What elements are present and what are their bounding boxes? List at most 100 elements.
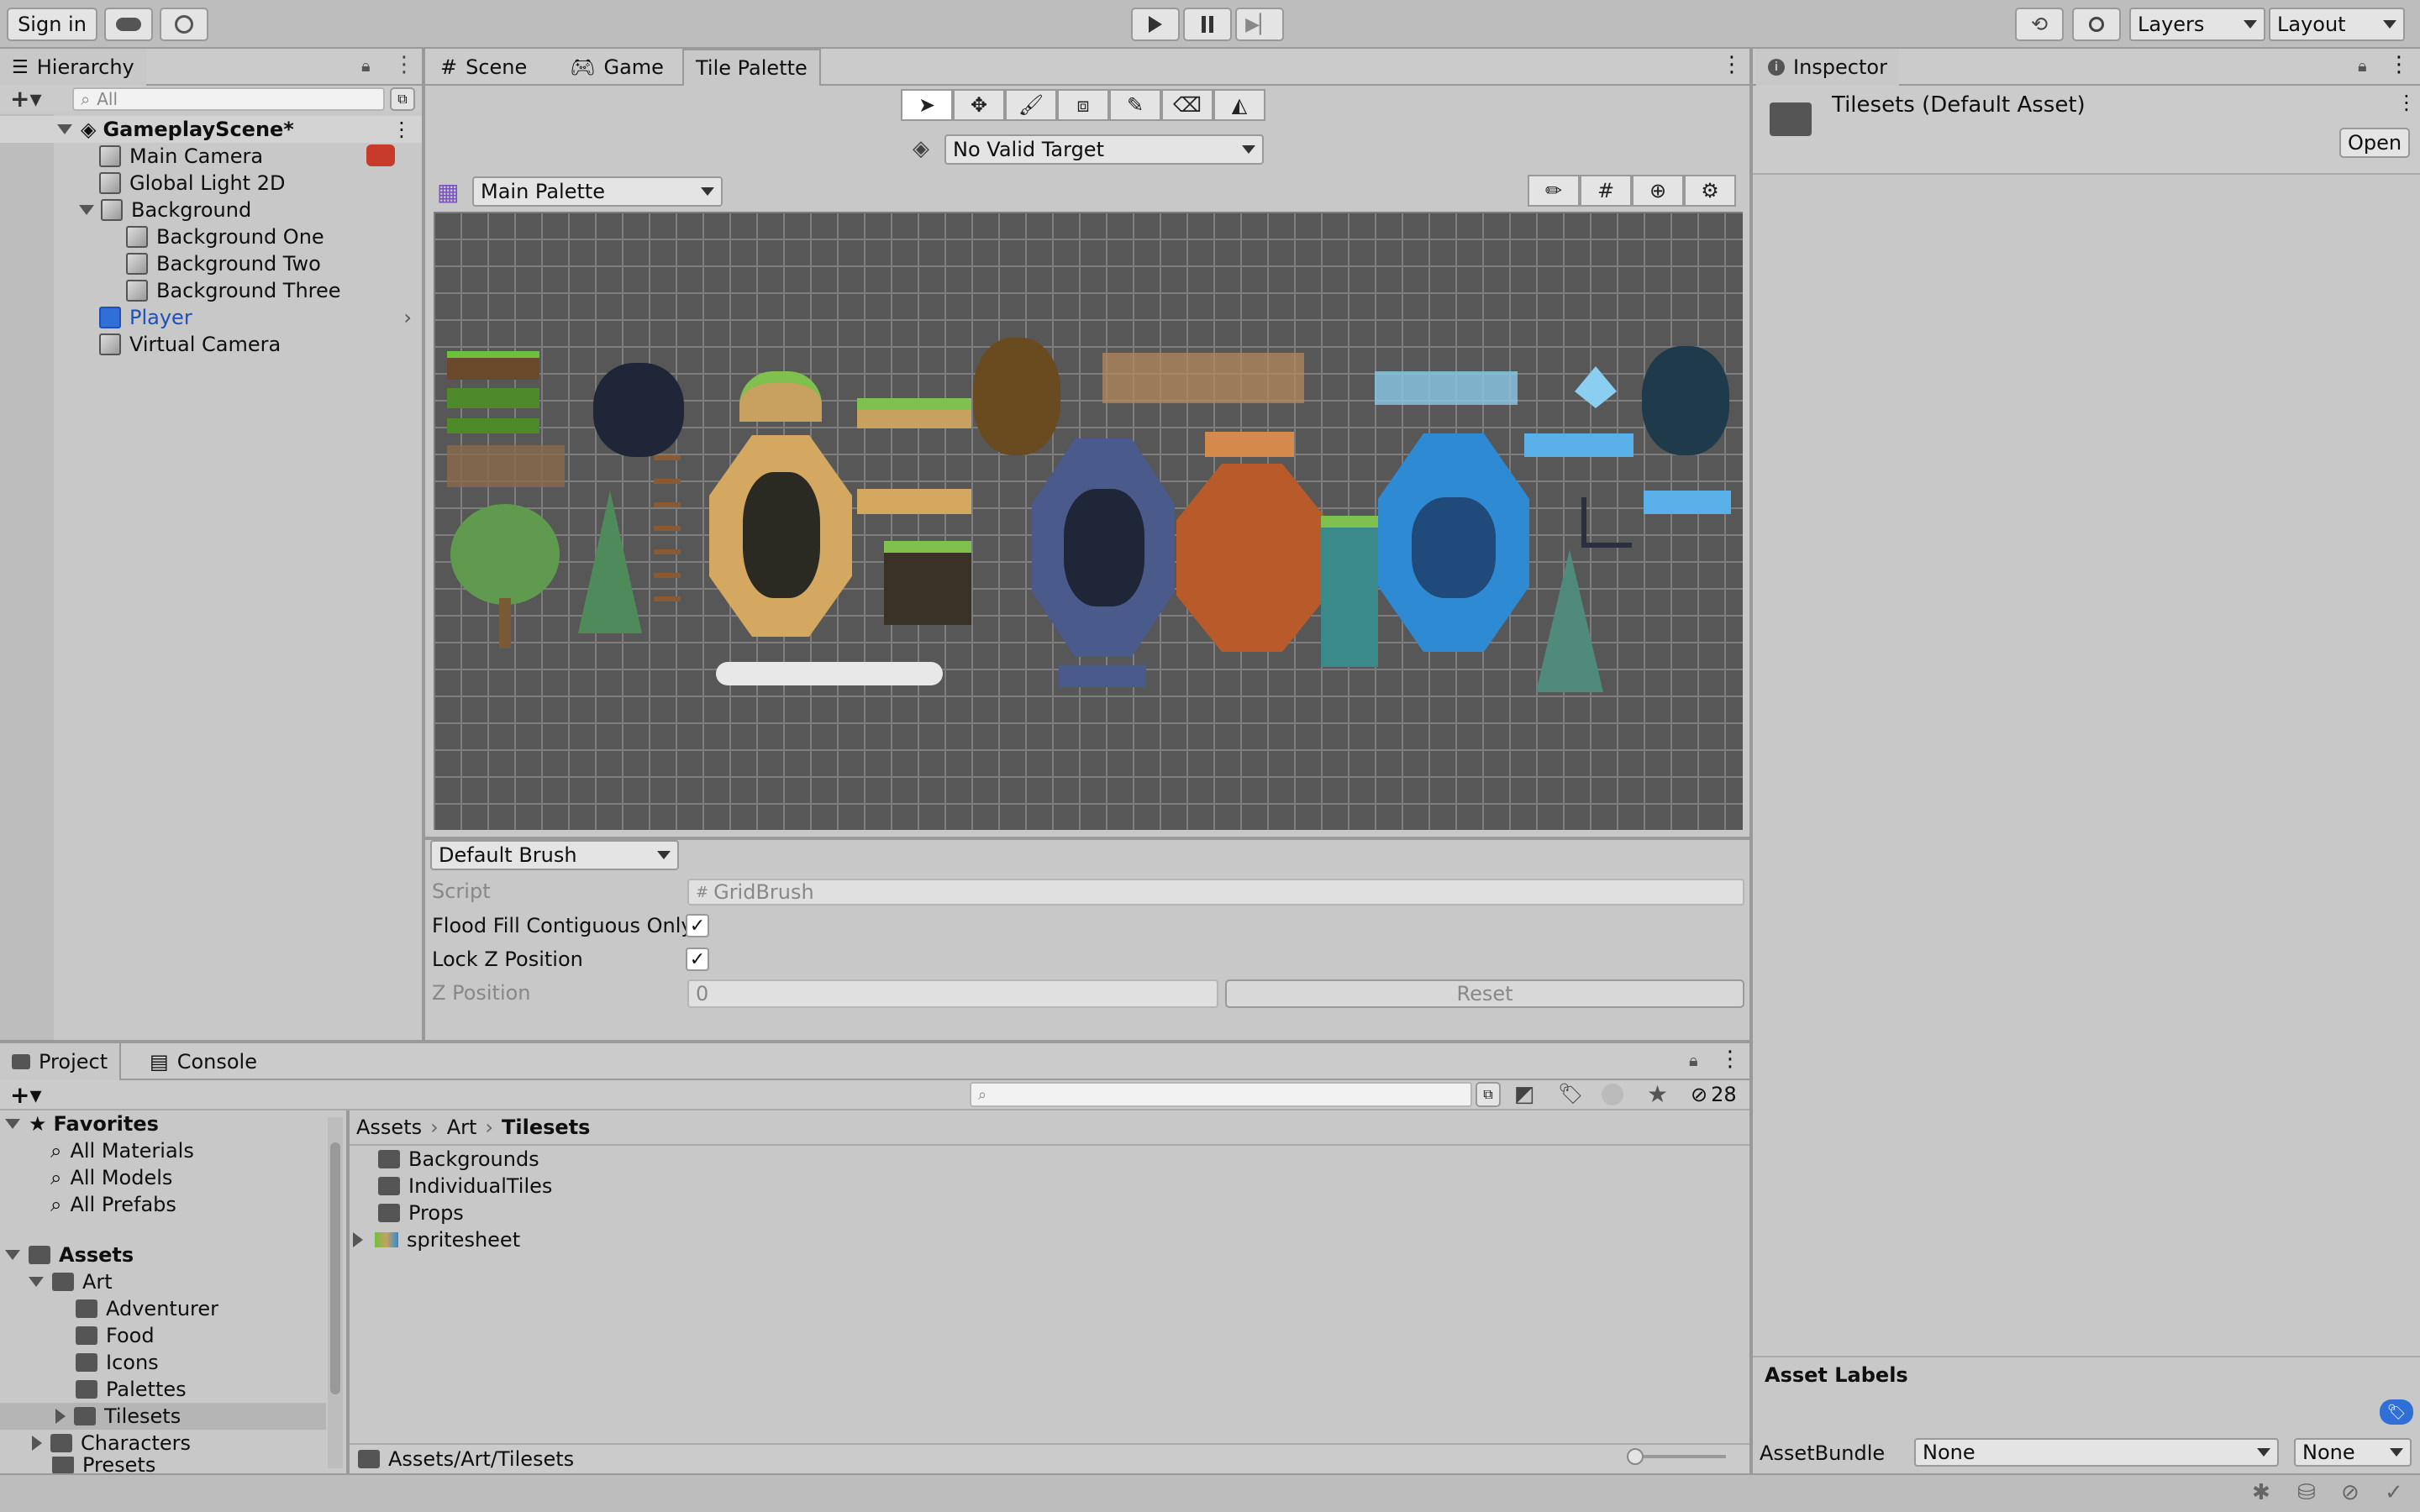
expand-arrow-icon[interactable] bbox=[5, 1250, 20, 1260]
hierarchy-item[interactable]: Background Three bbox=[126, 277, 341, 304]
move-tool-button[interactable]: ✥ bbox=[953, 89, 1005, 121]
history-button[interactable]: ⟲ bbox=[2015, 8, 2064, 41]
scrollbar-thumb[interactable] bbox=[330, 1142, 340, 1394]
collapse-arrow-icon[interactable] bbox=[55, 1409, 66, 1424]
hierarchy-item[interactable]: Background Two bbox=[126, 250, 321, 277]
filter-log-icon[interactable] bbox=[1602, 1084, 1623, 1105]
scene-row[interactable]: ◈ GameplayScene* ⋮ bbox=[0, 116, 422, 143]
folder-item-selected[interactable]: Tilesets bbox=[0, 1403, 326, 1430]
bug-icon[interactable]: ✱ bbox=[2252, 1480, 2270, 1505]
icon-size-slider[interactable] bbox=[1627, 1448, 1726, 1465]
gizmos-toggle-button[interactable]: ⊕ bbox=[1632, 175, 1684, 207]
collapse-arrow-icon[interactable] bbox=[353, 1232, 363, 1247]
tile-palette-canvas[interactable] bbox=[434, 212, 1743, 830]
slider-handle[interactable] bbox=[1627, 1448, 1644, 1465]
label-tag-icon[interactable]: 🏷︎ bbox=[2380, 1399, 2413, 1425]
open-button[interactable]: Open bbox=[2339, 128, 2410, 158]
art-folder-row[interactable]: Art bbox=[29, 1268, 113, 1295]
filter-label-icon[interactable]: 🏷︎ bbox=[1558, 1082, 1583, 1105]
pause-button[interactable] bbox=[1183, 8, 1232, 41]
cloud-button[interactable] bbox=[104, 8, 153, 41]
more-menu-icon[interactable]: ⋮ bbox=[392, 118, 412, 141]
project-search-input[interactable]: ⌕ bbox=[970, 1082, 1472, 1107]
layers-dropdown[interactable]: Layers bbox=[2129, 8, 2265, 41]
palette-settings-button[interactable]: ⚙︎ bbox=[1684, 175, 1736, 207]
breadcrumb-item[interactable]: Assets bbox=[356, 1116, 422, 1139]
hidden-packages-toggle[interactable]: ⊘ 28 bbox=[1691, 1082, 1737, 1107]
asset-bundle-dropdown[interactable]: None bbox=[1914, 1438, 2279, 1467]
play-button[interactable] bbox=[1131, 8, 1180, 41]
filter-type-icon[interactable]: ◩ bbox=[1514, 1082, 1535, 1107]
step-button[interactable]: ▶▏ bbox=[1235, 8, 1284, 41]
eraser-tool-button[interactable]: ⌫ bbox=[1161, 89, 1213, 121]
fill-tool-button[interactable]: ◭ bbox=[1213, 89, 1265, 121]
more-menu-icon[interactable]: ⋮ bbox=[2388, 52, 2410, 77]
tab-game[interactable]: 🎮︎ Game bbox=[558, 49, 676, 86]
cache-icon[interactable]: ⛁ bbox=[2297, 1480, 2316, 1505]
file-item[interactable]: Backgrounds bbox=[378, 1146, 539, 1173]
brush-dropdown[interactable]: Default Brush bbox=[430, 840, 679, 870]
favorite-item[interactable]: ⌕ All Prefabs bbox=[50, 1191, 176, 1218]
expand-arrow-icon[interactable] bbox=[57, 124, 72, 134]
folder-item[interactable]: Icons bbox=[76, 1349, 159, 1376]
lock-z-checkbox[interactable]: ✓ bbox=[686, 948, 709, 971]
tree-scrollbar[interactable] bbox=[328, 1117, 343, 1468]
sign-in-button[interactable]: Sign in bbox=[7, 8, 97, 41]
hidden-icon[interactable]: ⊘ bbox=[2341, 1480, 2360, 1505]
hierarchy-search-input[interactable]: ⌕ All bbox=[72, 87, 385, 111]
tab-hierarchy[interactable]: ☰ Hierarchy bbox=[0, 49, 146, 86]
more-menu-icon[interactable]: ⋮ bbox=[1719, 1047, 1741, 1072]
lock-icon[interactable]: 🔒︎ bbox=[361, 55, 371, 76]
favorite-item[interactable]: ⌕ All Materials bbox=[50, 1137, 194, 1164]
breadcrumb-item[interactable]: Art bbox=[447, 1116, 477, 1139]
search-mode-button[interactable]: ⧉ bbox=[390, 87, 415, 111]
file-item[interactable]: IndividualTiles bbox=[378, 1173, 552, 1200]
more-menu-icon[interactable]: ⋮ bbox=[1721, 52, 1743, 77]
collapse-arrow-icon[interactable] bbox=[32, 1436, 42, 1451]
hierarchy-item-player[interactable]: Player › bbox=[99, 304, 422, 331]
palette-dropdown[interactable]: Main Palette bbox=[472, 176, 723, 207]
expand-arrow-icon[interactable] bbox=[79, 205, 94, 215]
favorite-item[interactable]: ⌕ All Models bbox=[50, 1164, 172, 1191]
edit-palette-button[interactable]: ✏︎ bbox=[1528, 175, 1580, 207]
picker-tool-button[interactable]: ✎ bbox=[1109, 89, 1161, 121]
file-item[interactable]: spritesheet bbox=[353, 1226, 520, 1253]
tab-console[interactable]: ▤ Console bbox=[138, 1043, 269, 1080]
hierarchy-item[interactable]: Main Camera bbox=[99, 143, 263, 170]
select-tool-button[interactable]: ➤ bbox=[901, 89, 953, 121]
collab-button[interactable] bbox=[160, 8, 208, 41]
search-button[interactable] bbox=[2072, 8, 2121, 41]
lock-icon[interactable]: 🔒︎ bbox=[1689, 1050, 1698, 1070]
add-icon[interactable]: +▾ bbox=[10, 85, 42, 113]
chevron-right-icon[interactable]: › bbox=[403, 306, 412, 329]
folder-item[interactable]: Presets bbox=[52, 1457, 155, 1473]
favorites-row[interactable]: ★ Favorites bbox=[5, 1110, 159, 1137]
ok-status-icon[interactable]: ✓ bbox=[2385, 1480, 2403, 1505]
reset-button[interactable]: Reset bbox=[1225, 979, 1744, 1008]
folder-item[interactable]: Food bbox=[76, 1322, 155, 1349]
folder-item[interactable]: Palettes bbox=[76, 1376, 187, 1403]
star-icon[interactable]: ★ bbox=[1647, 1080, 1668, 1108]
add-icon[interactable]: +▾ bbox=[10, 1081, 42, 1109]
lock-icon[interactable]: 🔒︎ bbox=[2358, 55, 2367, 76]
hierarchy-item[interactable]: Background bbox=[79, 197, 251, 223]
box-fill-tool-button[interactable]: ⧈ bbox=[1057, 89, 1109, 121]
file-item[interactable]: Props bbox=[378, 1200, 464, 1226]
tab-scene[interactable]: # Scene bbox=[429, 49, 539, 86]
search-mode-button[interactable]: ⧉ bbox=[1476, 1082, 1501, 1107]
assets-row[interactable]: Assets bbox=[5, 1242, 134, 1268]
expand-arrow-icon[interactable] bbox=[29, 1277, 44, 1287]
flood-fill-checkbox[interactable]: ✓ bbox=[686, 914, 709, 937]
layout-dropdown[interactable]: Layout bbox=[2269, 8, 2405, 41]
tab-tile-palette[interactable]: Tile Palette bbox=[682, 49, 821, 86]
tab-project[interactable]: Project bbox=[0, 1043, 122, 1080]
folder-item[interactable]: Adventurer bbox=[76, 1295, 218, 1322]
tab-inspector[interactable]: i Inspector bbox=[1756, 49, 1899, 86]
hierarchy-item[interactable]: Background One bbox=[126, 223, 324, 250]
asset-variant-dropdown[interactable]: None bbox=[2294, 1438, 2412, 1467]
more-menu-icon[interactable]: ⋮ bbox=[2396, 91, 2417, 114]
brush-tool-button[interactable]: 🖌︎ bbox=[1005, 89, 1057, 121]
hierarchy-item[interactable]: Virtual Camera bbox=[99, 331, 281, 358]
more-menu-icon[interactable]: ⋮ bbox=[393, 52, 415, 77]
hierarchy-item[interactable]: Global Light 2D bbox=[99, 170, 285, 197]
